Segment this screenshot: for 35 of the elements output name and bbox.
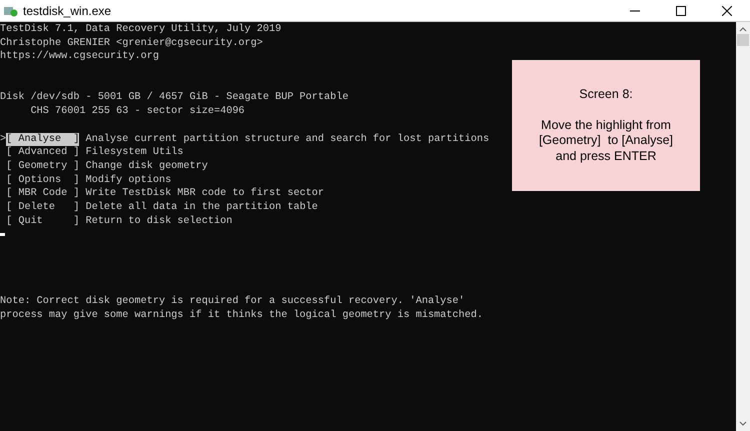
menu-option[interactable]: [ Analyse ] <box>6 132 80 146</box>
maximize-icon <box>676 6 686 16</box>
scroll-down-icon[interactable] <box>739 421 747 427</box>
console-text: Christophe GRENIER <grenier@cgsecurity.org> <box>0 36 263 50</box>
menu-option[interactable]: [ Quit ] <box>6 214 80 228</box>
console-text: https://www.cgsecurity.org <box>0 50 159 64</box>
window-title: testdisk_win.exe <box>23 4 112 18</box>
console-text: process may give some warnings if it thinks the logical geometry is mismatched. <box>0 308 483 323</box>
option-description: Change disk geometry <box>86 160 208 174</box>
scroll-thumb[interactable] <box>737 34 749 46</box>
scroll-up-icon[interactable] <box>739 26 747 32</box>
menu-option[interactable]: [ MBR Code ] <box>6 187 80 201</box>
app-icon <box>4 4 18 16</box>
callout-title: Screen 8: <box>579 87 633 102</box>
selection-pointer: > <box>0 132 6 146</box>
console-text: CHS 76001 255 63 - sector size=4096 <box>30 105 245 119</box>
console-text: Disk /dev/sdb - 5001 GB / 4657 GiB - Seagate BUP Portable <box>0 91 348 106</box>
menu-option[interactable]: [ Geometry ] <box>6 160 80 174</box>
option-description: Modify options <box>86 174 172 188</box>
console-text: Note: Correct disk geometry is required for a successful recovery. 'Analyse' <box>0 295 465 309</box>
callout-text: [Geometry] to [Analyse] <box>538 133 674 148</box>
callout-text: Move the highlight from <box>541 118 671 133</box>
option-description: Analyse current partition structure and search for lost partitions <box>86 132 490 146</box>
callout-text: and press ENTER <box>556 148 656 164</box>
text-cursor <box>0 233 5 236</box>
menu-option[interactable]: [ Advanced ] <box>6 146 80 160</box>
option-description: Filesystem Utils <box>86 146 184 160</box>
option-description: Write TestDisk MBR code to first sector <box>86 187 324 201</box>
option-description: Return to disk selection <box>86 214 232 228</box>
console-text: TestDisk 7.1, Data Recovery Utility, July 2019 <box>0 23 282 37</box>
menu-option[interactable]: [ Delete ] <box>6 200 80 215</box>
scrollbar[interactable] <box>736 22 750 431</box>
close-icon <box>722 6 732 16</box>
menu-option[interactable]: [ Options ] <box>6 174 80 188</box>
option-description: Delete all data in the partition table <box>86 200 318 215</box>
